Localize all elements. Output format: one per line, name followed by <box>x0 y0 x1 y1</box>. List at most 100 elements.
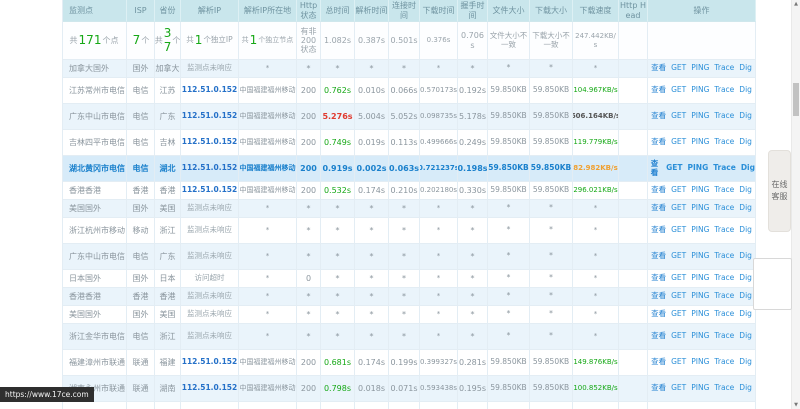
col-header-ip-location[interactable]: 解析IP所在地 <box>239 0 297 22</box>
resolved-ip-value[interactable]: 112.51.0.152 <box>182 358 238 367</box>
col-header-connect-time[interactable]: 连接时间 <box>389 0 420 22</box>
resolved-ip-cell[interactable]: 112.51.0.152 <box>181 182 239 200</box>
trace-link[interactable]: Trace <box>714 384 734 393</box>
trace-link[interactable]: Trace <box>714 358 734 367</box>
trace-link[interactable]: Trace <box>714 292 734 301</box>
resolved-ip-cell[interactable]: 112.51.0.152 <box>181 78 239 104</box>
dig-link[interactable]: Dig <box>739 86 752 95</box>
scrollbar-thumb[interactable] <box>793 83 799 116</box>
get-link[interactable]: GET <box>671 310 686 319</box>
col-header-province[interactable]: 省份 <box>155 0 181 22</box>
dig-link[interactable]: Dig <box>739 138 752 147</box>
dig-link[interactable]: Dig <box>739 186 752 195</box>
scroll-up-icon[interactable]: ▲ <box>792 1 800 7</box>
dig-link[interactable]: Dig <box>739 332 752 341</box>
ping-link[interactable]: PING <box>691 112 709 121</box>
get-link[interactable]: GET <box>671 64 686 73</box>
trace-link[interactable]: Trace <box>714 112 734 121</box>
resolved-ip-cell[interactable]: 监测点未响应 <box>181 218 239 244</box>
col-header-handshake-time[interactable]: 握手时间 <box>458 0 488 22</box>
resolved-ip-cell[interactable]: 112.51.0.152 <box>181 376 239 402</box>
ping-link[interactable]: PING <box>691 138 709 147</box>
resolved-ip-value[interactable]: 访问超时 <box>195 274 225 283</box>
col-header-dns-time[interactable]: 解析时间 <box>355 0 389 22</box>
trace-link[interactable]: Trace <box>714 226 734 235</box>
ping-link[interactable]: PING <box>691 358 709 367</box>
col-header-monitor-point[interactable]: 监测点 <box>63 0 127 22</box>
get-link[interactable]: GET <box>671 186 686 195</box>
resolved-ip-cell[interactable]: 访问超时 <box>181 270 239 288</box>
ping-link[interactable]: PING <box>691 204 709 213</box>
floating-widget-box[interactable] <box>753 258 792 310</box>
col-header-http-status[interactable]: Http状态 <box>297 0 321 22</box>
ping-link[interactable]: PING <box>691 86 709 95</box>
view-link[interactable]: 查看 <box>651 292 666 301</box>
ping-link[interactable]: PING <box>691 274 709 283</box>
get-link[interactable]: GET <box>671 252 686 261</box>
resolved-ip-cell[interactable]: 112.51.0.152 <box>181 130 239 156</box>
view-link[interactable]: 查看 <box>651 204 666 213</box>
view-link[interactable]: 查看 <box>651 358 666 367</box>
scroll-down-icon[interactable]: ▼ <box>792 402 800 408</box>
ping-link[interactable]: PING <box>691 292 709 301</box>
ping-link[interactable]: PING <box>691 226 709 235</box>
dig-link[interactable]: Dig <box>739 310 752 319</box>
view-link[interactable]: 查看 <box>651 252 666 261</box>
resolved-ip-value[interactable]: 112.51.0.152 <box>182 86 238 95</box>
view-link[interactable]: 查看 <box>651 274 666 283</box>
view-link[interactable]: 查看 <box>651 86 666 95</box>
ping-link[interactable]: PING <box>691 252 709 261</box>
resolved-ip-value[interactable]: 监测点未响应 <box>187 64 232 73</box>
dig-link[interactable]: Dig <box>739 292 752 301</box>
dig-link[interactable]: Dig <box>739 274 752 283</box>
get-link[interactable]: GET <box>671 112 686 121</box>
dig-link[interactable]: Dig <box>739 112 752 121</box>
get-link[interactable]: GET <box>666 164 682 173</box>
get-link[interactable]: GET <box>671 332 686 341</box>
trace-link[interactable]: Trace <box>714 186 734 195</box>
trace-link[interactable]: Trace <box>714 310 734 319</box>
col-header-isp[interactable]: ISP <box>127 0 155 22</box>
get-link[interactable]: GET <box>671 274 686 283</box>
ping-link[interactable]: PING <box>688 164 709 173</box>
resolved-ip-value[interactable]: 监测点未响应 <box>187 292 232 301</box>
trace-link[interactable]: Trace <box>714 274 734 283</box>
resolved-ip-cell[interactable]: 监测点未响应 <box>181 306 239 324</box>
get-link[interactable]: GET <box>671 226 686 235</box>
trace-link[interactable]: Trace <box>714 138 734 147</box>
resolved-ip-cell[interactable]: 监测点未响应 <box>181 60 239 78</box>
view-link[interactable]: 查看 <box>651 138 666 147</box>
view-link[interactable]: 查看 <box>651 332 666 341</box>
trace-link[interactable]: Trace <box>714 204 734 213</box>
resolved-ip-value[interactable]: 112.51.0.152 <box>182 384 238 393</box>
ping-link[interactable]: PING <box>691 332 709 341</box>
get-link[interactable]: GET <box>671 204 686 213</box>
col-header-total-time[interactable]: 总时间 <box>321 0 355 22</box>
dig-link[interactable]: Dig <box>739 252 752 261</box>
resolved-ip-cell[interactable]: 112.51.0.152 <box>181 402 239 409</box>
trace-link[interactable]: Trace <box>713 164 736 173</box>
view-link[interactable]: 查看 <box>651 186 666 195</box>
resolved-ip-value[interactable]: 监测点未响应 <box>187 252 232 261</box>
view-link[interactable]: 查看 <box>651 112 666 121</box>
view-link[interactable]: 查看 <box>651 226 666 235</box>
get-link[interactable]: GET <box>671 358 686 367</box>
dig-link[interactable]: Dig <box>739 226 752 235</box>
trace-link[interactable]: Trace <box>714 332 734 341</box>
view-link[interactable]: 查看 <box>651 384 666 393</box>
dig-link[interactable]: Dig <box>739 384 752 393</box>
view-link[interactable]: 查看 <box>651 310 666 319</box>
resolved-ip-value[interactable]: 112.51.0.152 <box>182 138 238 147</box>
dig-link[interactable]: Dig <box>739 358 752 367</box>
col-header-file-size[interactable]: 文件大小 <box>488 0 530 22</box>
get-link[interactable]: GET <box>671 138 686 147</box>
resolved-ip-cell[interactable]: 监测点未响应 <box>181 244 239 270</box>
resolved-ip-value[interactable]: 监测点未响应 <box>187 332 232 341</box>
col-header-download-time[interactable]: 下载时间 <box>420 0 458 22</box>
get-link[interactable]: GET <box>671 384 686 393</box>
col-header-resolved-ip[interactable]: 解析IP <box>181 0 239 22</box>
trace-link[interactable]: Trace <box>714 86 734 95</box>
resolved-ip-cell[interactable]: 监测点未响应 <box>181 200 239 218</box>
resolved-ip-value[interactable]: 112.51.0.152 <box>182 186 238 195</box>
get-link[interactable]: GET <box>671 86 686 95</box>
